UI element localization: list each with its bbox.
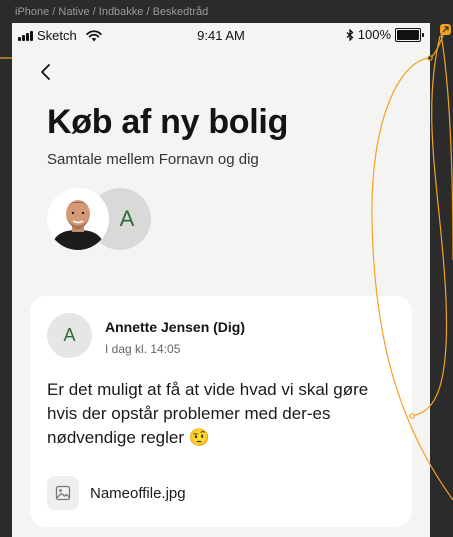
page-subtitle: Samtale mellem Fornavn og dig [47, 151, 259, 168]
chevron-left-icon [41, 64, 50, 80]
battery-cap [422, 32, 424, 37]
prototype-link-icon[interactable] [440, 24, 451, 35]
message-author: Annette Jensen (Dig) [105, 319, 246, 335]
status-bar: Sketch 9:41 AM 100% [12, 23, 430, 47]
participant-initial: A [119, 206, 135, 231]
artboard-label: iPhone / Native / Indbakke / Beskedtråd [15, 6, 209, 18]
message-avatar-initial: A [63, 325, 76, 345]
participant-photo-avatar [47, 188, 109, 250]
attachment-filename: Nameoffile.jpg [90, 484, 186, 502]
message-body: Er det muligt at få at vide hvad vi skal… [47, 378, 397, 450]
phone-screen: Sketch 9:41 AM 100% Køb af ny bolig Samt… [12, 23, 430, 537]
page-title: Køb af ny bolig [47, 103, 289, 141]
attachment[interactable]: Nameoffile.jpg [47, 476, 186, 510]
back-button[interactable] [36, 61, 56, 83]
battery-percent: 100% [357, 27, 391, 42]
battery-level [397, 29, 419, 40]
battery-icon [395, 27, 421, 42]
status-bar-right: 100% [346, 27, 424, 42]
raised-eyebrow-emoji: 🤨 [188, 428, 210, 448]
image-icon [47, 476, 79, 510]
message-timestamp: I dag kl. 14:05 [105, 342, 181, 356]
participant-avatars: A [47, 188, 157, 250]
bluetooth-icon [346, 28, 354, 41]
message-avatar: A [47, 313, 92, 358]
person-photo [47, 188, 109, 250]
message-card: A Annette Jensen (Dig) I dag kl. 14:05 E… [30, 296, 412, 527]
